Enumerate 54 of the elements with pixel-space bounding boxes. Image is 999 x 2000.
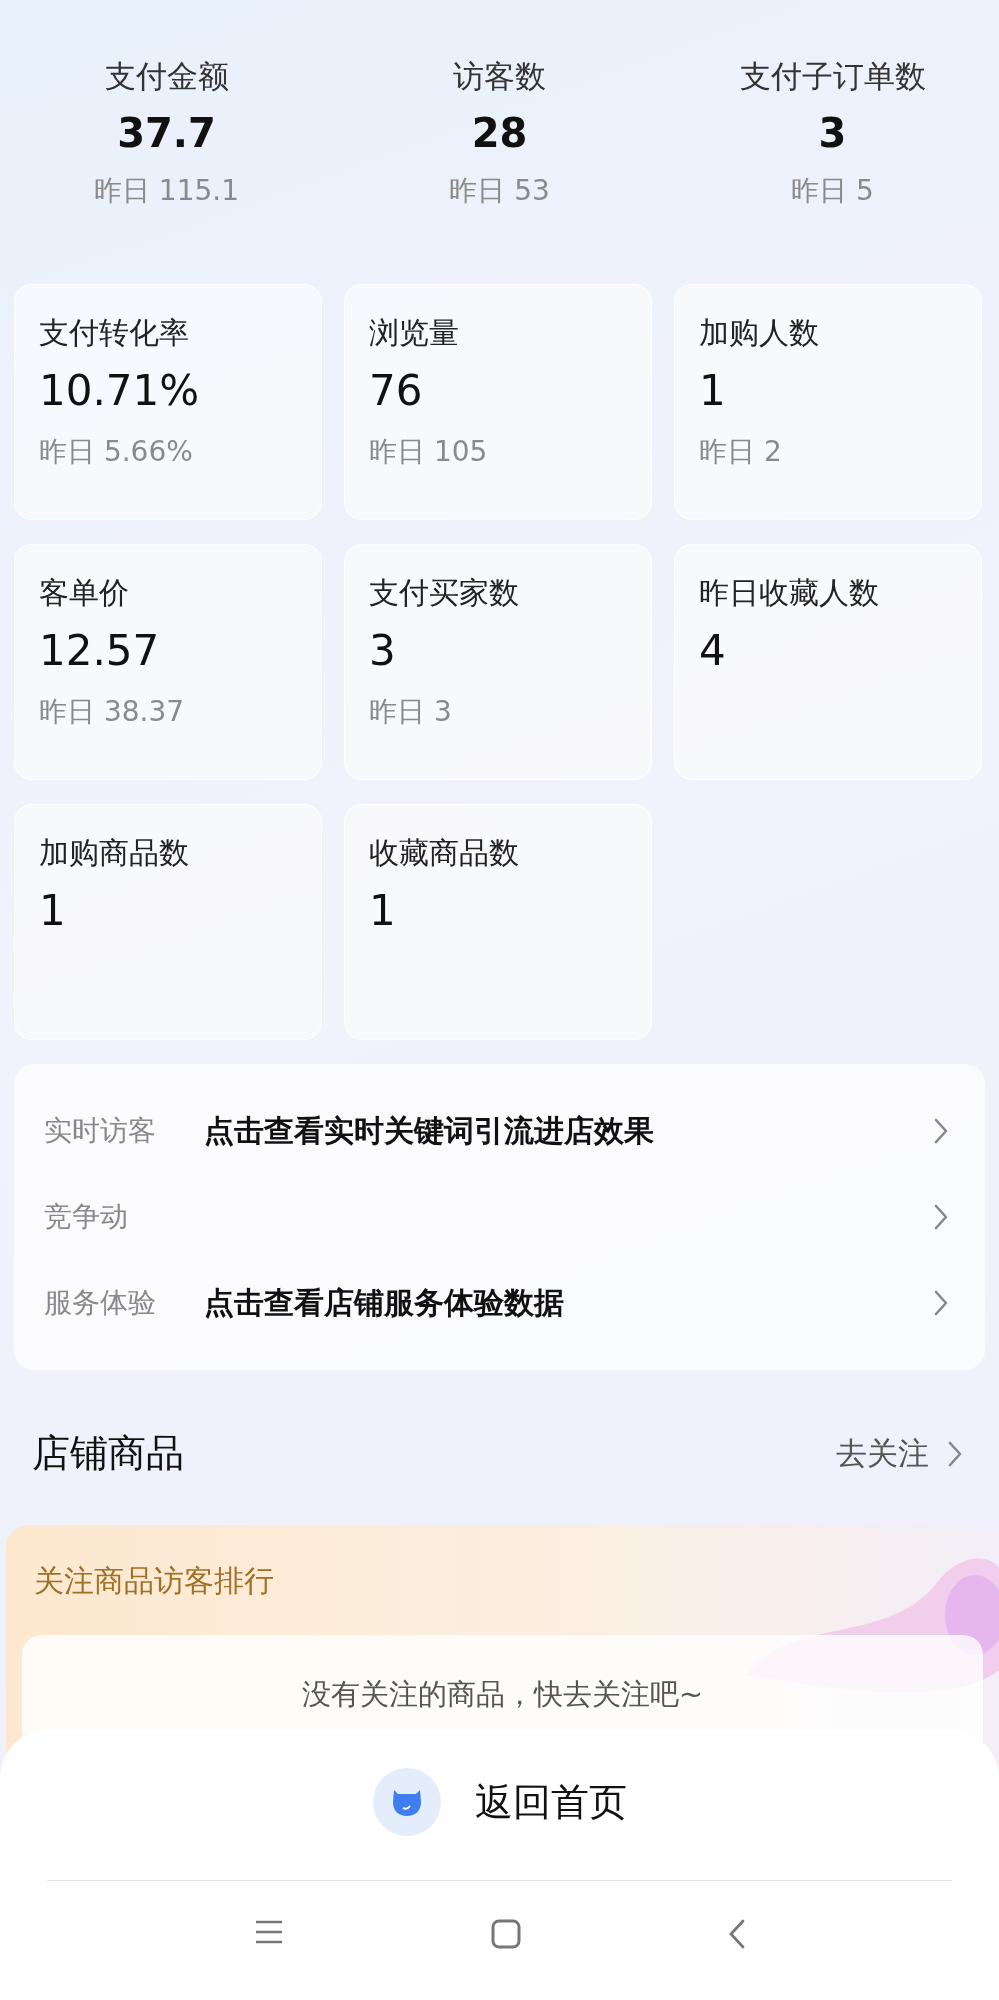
- back-icon[interactable]: [727, 1919, 746, 1949]
- metric-value: 28: [471, 110, 528, 156]
- link-text[interactable]: 点击查看店铺服务体验数据: [204, 1282, 933, 1324]
- chevron-right-icon: [947, 1439, 963, 1468]
- home-button[interactable]: 返回首页: [372, 1768, 627, 1836]
- metric-value: 37.7: [117, 110, 216, 156]
- metric-label: 客单价: [39, 574, 129, 612]
- yesterday-value: 昨日 5.66%: [39, 434, 193, 470]
- yesterday-value: 昨日 53: [449, 173, 550, 209]
- metric-label: 支付金额: [104, 57, 229, 96]
- metric-card[interactable]: 支付买家数 3 昨日 3: [344, 544, 652, 780]
- metric-label: 加购人数: [699, 314, 819, 352]
- metric-card[interactable]: 浏览量 76 昨日 105: [344, 284, 652, 520]
- yesterday-value: 昨日 5: [791, 173, 874, 209]
- yesterday-value: 昨日 115.1: [93, 173, 240, 209]
- metric-label: 支付买家数: [369, 574, 519, 612]
- metric-value: 12.57: [39, 626, 160, 675]
- metric-card[interactable]: 加购人数 1 昨日 2: [674, 284, 982, 520]
- metric-label: 支付转化率: [39, 314, 189, 352]
- card-title: 关注商品访客排行: [33, 1562, 274, 1600]
- metric-value: 1: [699, 366, 726, 415]
- metric-card[interactable]: 昨日收藏人数 4: [674, 544, 982, 780]
- metric-label: 浏览量: [369, 314, 459, 352]
- chevron-right-icon: [933, 1203, 949, 1231]
- metric-value: 76: [369, 366, 423, 415]
- metric-value: 3: [818, 110, 847, 156]
- metric-label: 访客数: [453, 57, 546, 96]
- metric-value: 10.71%: [39, 366, 200, 415]
- metric-card[interactable]: 客单价 12.57 昨日 38.37: [14, 544, 322, 780]
- metric-card[interactable]: 支付转化率 10.71% 昨日 5.66%: [14, 284, 322, 520]
- link-label: 竞争动: [44, 1199, 129, 1235]
- metric-card[interactable]: 收藏商品数 1: [344, 804, 652, 1040]
- metric-value: 4: [699, 626, 726, 675]
- empty-message: 没有关注的商品，快去关注吧~: [301, 1676, 704, 1713]
- section-title: 店铺商品: [32, 1430, 184, 1477]
- metric-value: 1: [369, 886, 396, 935]
- metric-label: 收藏商品数: [369, 834, 519, 872]
- chevron-right-icon: [933, 1117, 949, 1145]
- metric-card[interactable]: 加购商品数 1: [14, 804, 322, 1040]
- metric-label: 加购商品数: [39, 834, 189, 872]
- yesterday-value: 昨日 3: [369, 694, 452, 730]
- link-label: 服务体验: [44, 1285, 157, 1321]
- metric-label: 昨日收藏人数: [699, 574, 879, 612]
- yesterday-value: 昨日 38.37: [39, 694, 185, 730]
- link-text[interactable]: 点击查看实时关键词引流进店效果: [204, 1110, 933, 1152]
- home-nav-icon[interactable]: [490, 1919, 521, 1949]
- chevron-right-icon: [933, 1289, 949, 1317]
- yesterday-value: 昨日 105: [369, 434, 488, 470]
- follow-link[interactable]: 去关注: [836, 1432, 963, 1475]
- metric-value: 1: [39, 886, 66, 935]
- yesterday-value: 昨日 2: [699, 434, 782, 470]
- metric-value: 3: [369, 626, 396, 675]
- link-label: 实时访客: [44, 1113, 157, 1149]
- metric-label: 支付子订单数: [739, 57, 926, 96]
